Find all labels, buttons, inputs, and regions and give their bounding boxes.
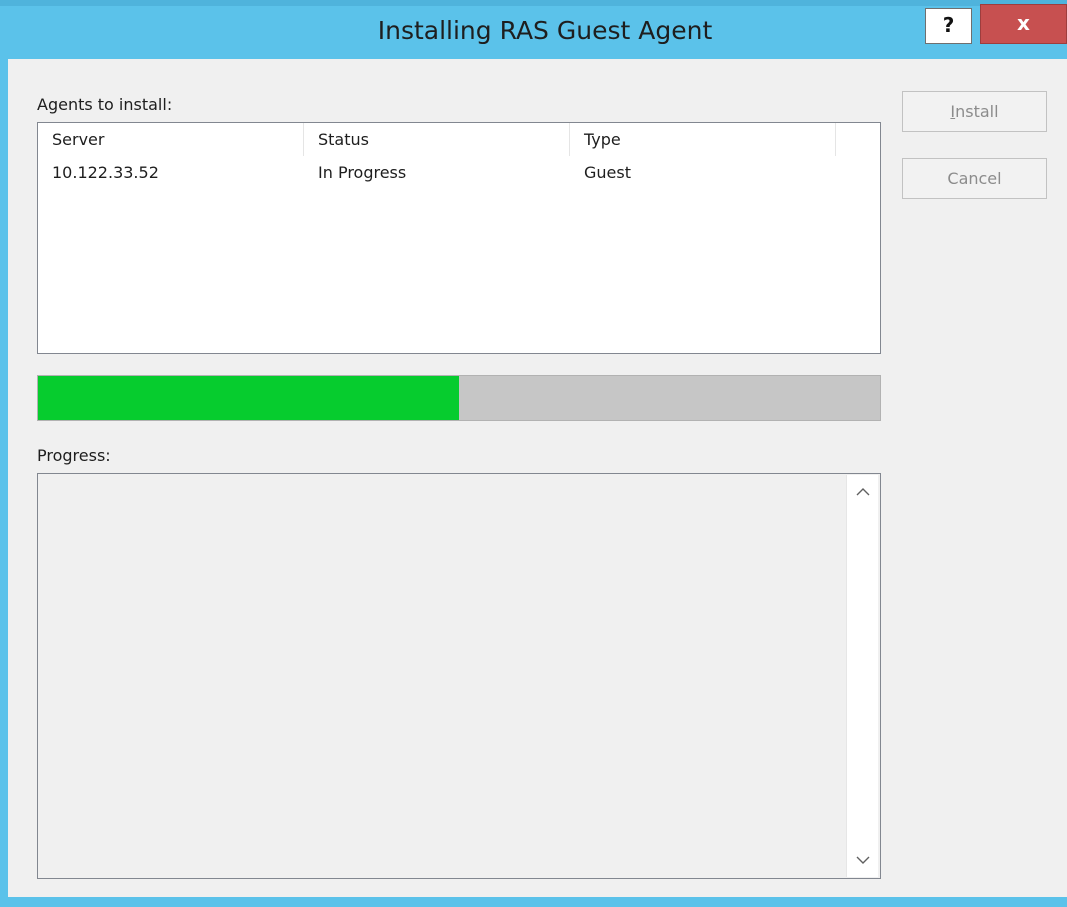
- close-button[interactable]: x: [980, 4, 1067, 44]
- chevron-down-icon: [856, 856, 869, 864]
- install-label-rest: nstall: [955, 102, 999, 121]
- window-title: Installing RAS Guest Agent: [377, 16, 713, 45]
- installer-window: Installing RAS Guest Agent ? x Agents to…: [0, 0, 1067, 907]
- progress-log[interactable]: [37, 473, 881, 879]
- progress-fill: [38, 376, 459, 420]
- agents-label: Agents to install:: [37, 95, 173, 114]
- install-progress-bar: [37, 375, 881, 421]
- dialog-body: Agents to install: Server Status Type 10…: [8, 59, 1067, 897]
- close-icon: x: [1017, 11, 1030, 35]
- scroll-down-button[interactable]: [847, 843, 878, 877]
- cell-status: In Progress: [318, 163, 407, 182]
- help-button[interactable]: ?: [925, 8, 972, 44]
- agents-list[interactable]: Server Status Type 10.122.33.52 In Progr…: [37, 122, 881, 354]
- install-button[interactable]: Install: [902, 91, 1047, 132]
- table-row[interactable]: 10.122.33.52 In Progress Guest: [38, 158, 880, 188]
- column-header-server[interactable]: Server: [38, 123, 304, 156]
- cell-server: 10.122.33.52: [52, 163, 159, 182]
- progress-label: Progress:: [37, 446, 111, 465]
- help-icon: ?: [942, 13, 955, 37]
- column-header-status[interactable]: Status: [304, 123, 570, 156]
- cancel-button[interactable]: Cancel: [902, 158, 1047, 199]
- scroll-up-button[interactable]: [847, 475, 878, 509]
- column-header-type[interactable]: Type: [570, 123, 836, 156]
- progress-log-scrollbar[interactable]: [846, 475, 878, 877]
- window-top-edge: [0, 0, 1067, 6]
- column-header-filler: [836, 123, 880, 156]
- chevron-up-icon: [856, 488, 869, 496]
- agents-list-header: Server Status Type: [38, 123, 880, 156]
- cell-type: Guest: [584, 163, 631, 182]
